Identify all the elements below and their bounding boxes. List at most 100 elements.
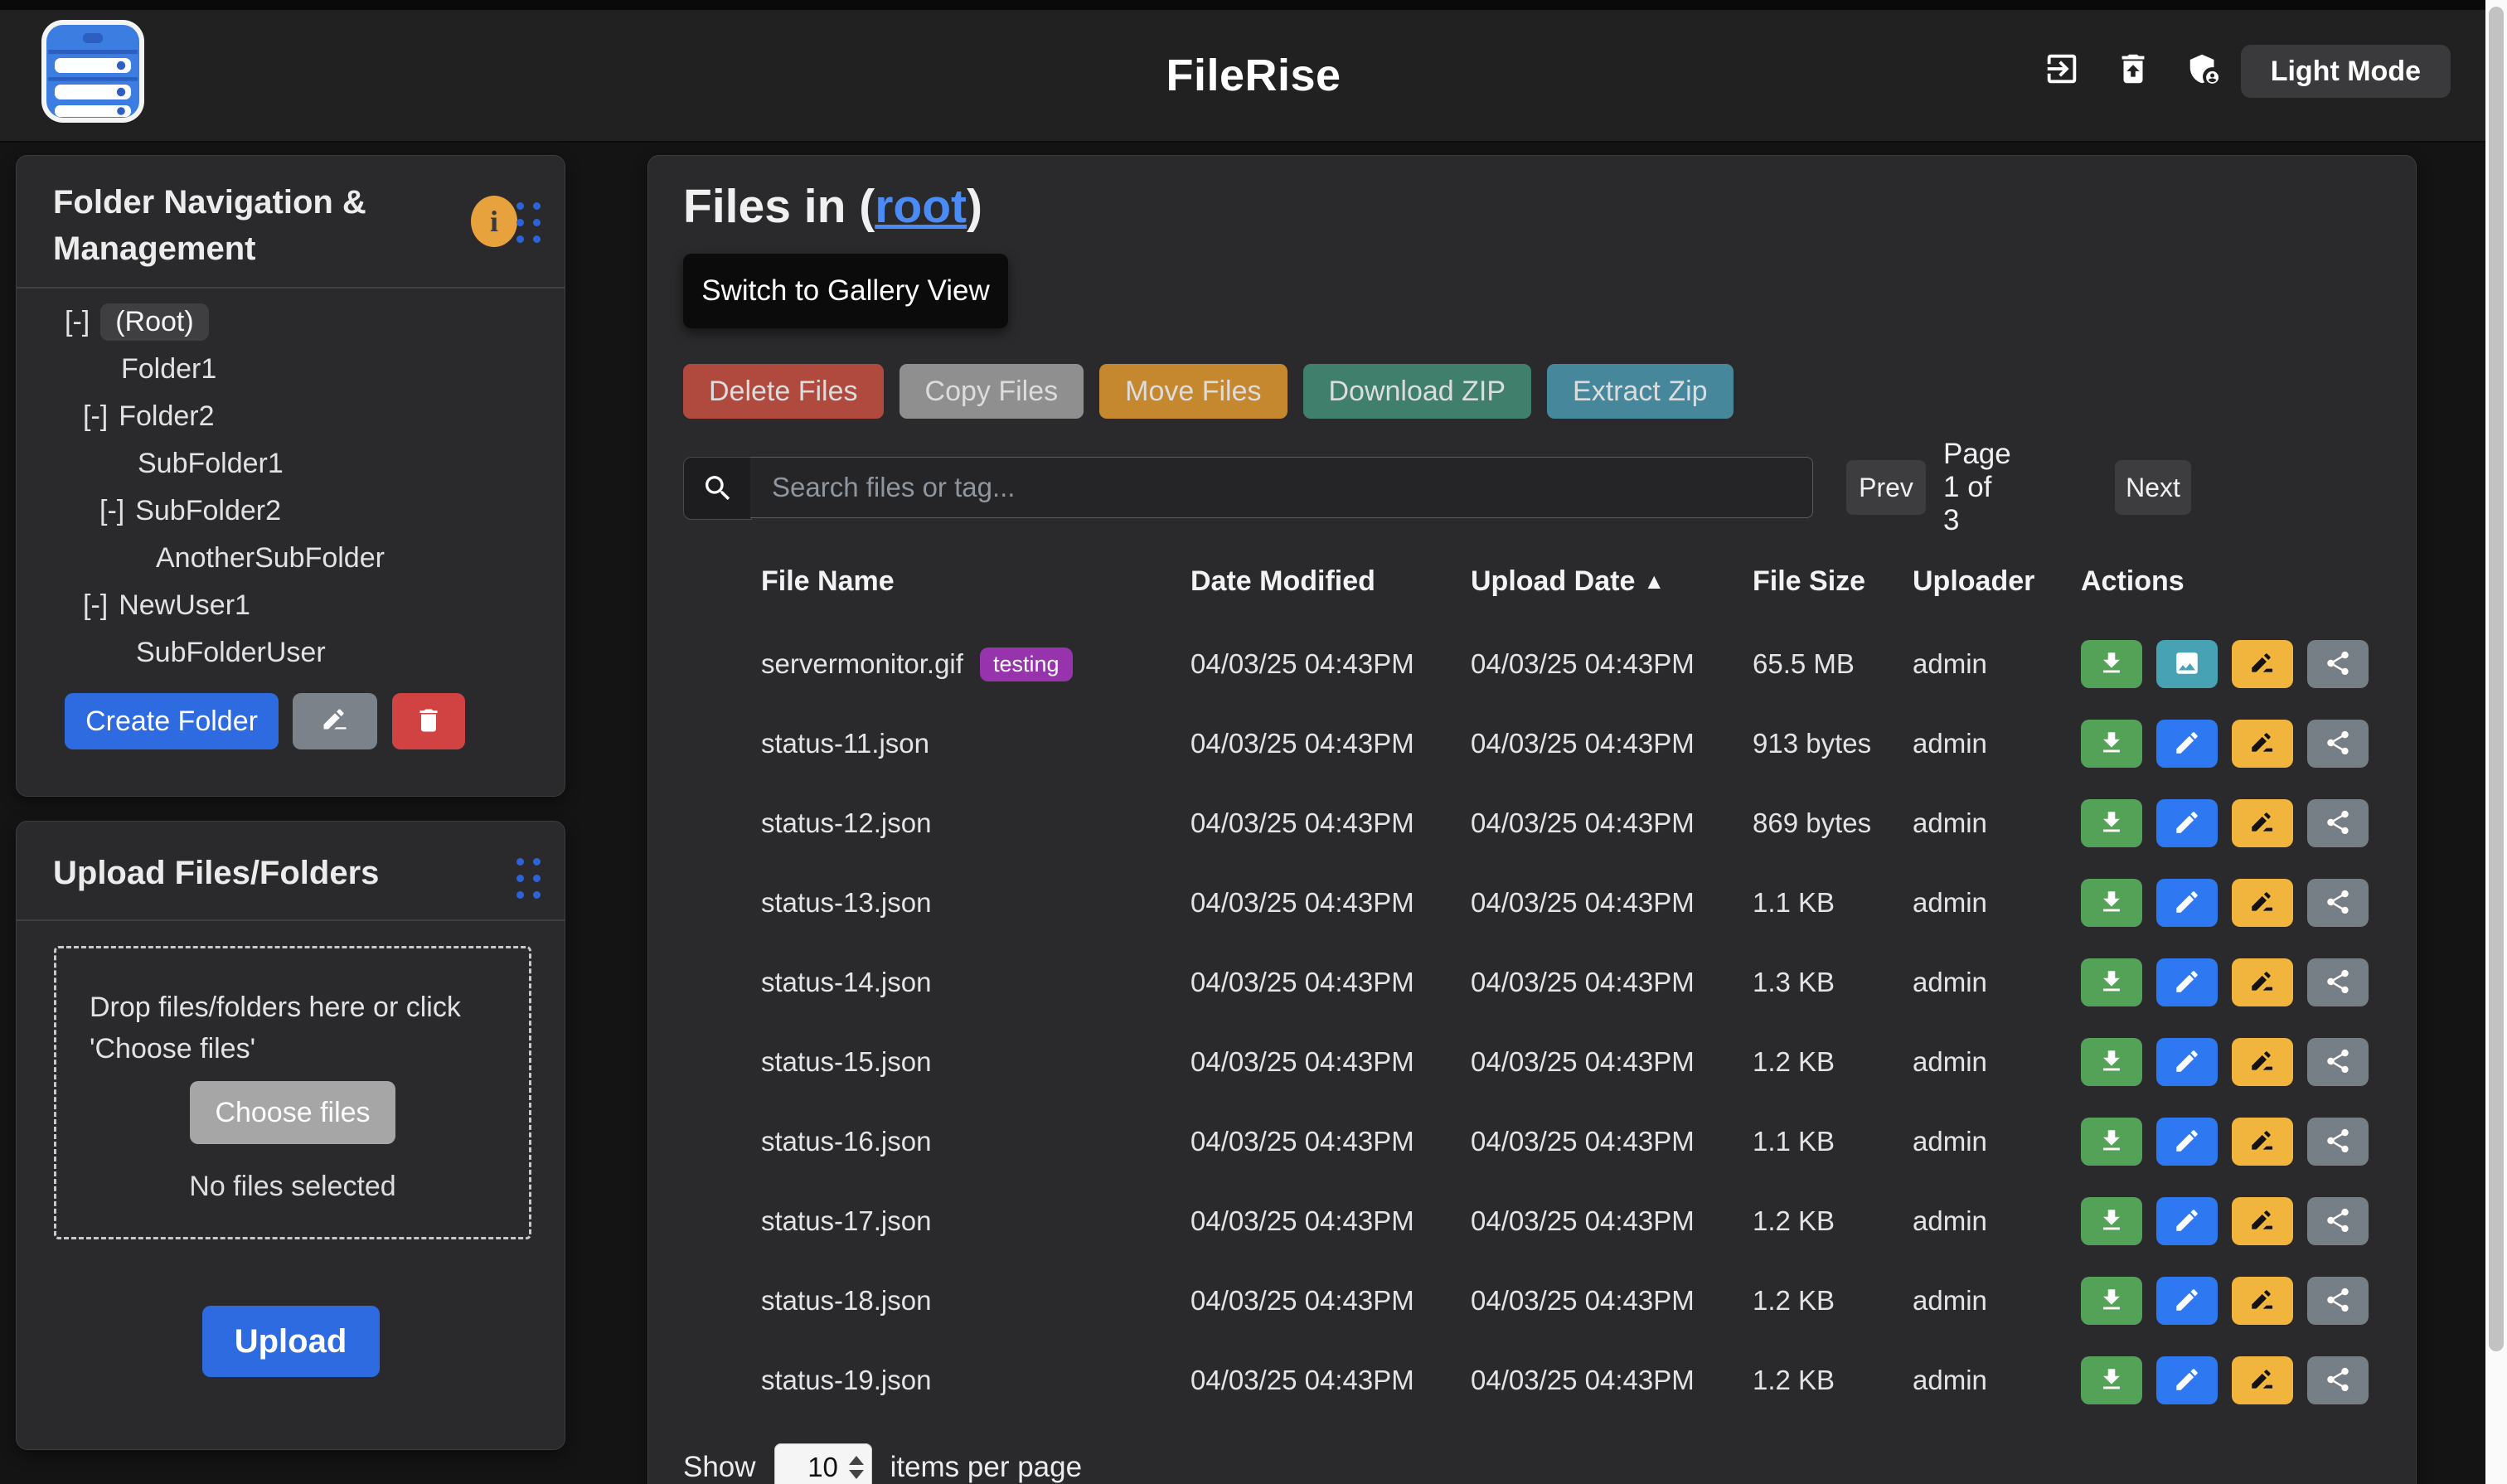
file-name[interactable]: status-18.json	[761, 1285, 931, 1317]
download-button[interactable]	[2081, 879, 2142, 927]
tree-item[interactable]: Folder1	[17, 346, 565, 393]
edit-file-button[interactable]	[2156, 1118, 2218, 1166]
column-header-file-size[interactable]: File Size	[1753, 565, 1913, 598]
rename-file-button[interactable]	[2232, 1118, 2293, 1166]
file-name[interactable]: status-17.json	[761, 1205, 931, 1237]
rename-file-button[interactable]	[2232, 720, 2293, 768]
download-icon	[2097, 808, 2126, 839]
page-scrollbar[interactable]	[2485, 0, 2507, 1484]
items-per-page-select[interactable]: 10	[774, 1443, 872, 1484]
download-button[interactable]	[2081, 1356, 2142, 1404]
edit-file-button[interactable]	[2156, 879, 2218, 927]
share-button[interactable]	[2307, 1038, 2369, 1086]
file-name[interactable]: servermonitor.gif	[761, 648, 963, 680]
info-icon[interactable]: i	[471, 196, 517, 247]
move-files-button[interactable]: Move Files	[1099, 364, 1287, 419]
choose-files-button[interactable]: Choose files	[190, 1081, 395, 1144]
search-input[interactable]	[750, 457, 1813, 518]
tree-item[interactable]: [-]SubFolder2	[17, 487, 565, 535]
rename-folder-button[interactable]	[293, 693, 377, 749]
file-name[interactable]: status-15.json	[761, 1046, 931, 1078]
logout-icon[interactable]	[2043, 50, 2081, 88]
delete-folder-button[interactable]	[392, 693, 465, 749]
table-row: servermonitor.gif testing 04/03/25 04:43…	[648, 624, 2416, 704]
share-button[interactable]	[2307, 640, 2369, 688]
download-button[interactable]	[2081, 720, 2142, 768]
file-name[interactable]: status-12.json	[761, 807, 931, 839]
tree-item[interactable]: AnotherSubFolder	[17, 535, 565, 582]
share-button[interactable]	[2307, 1356, 2369, 1404]
copy-files-button[interactable]: Copy Files	[900, 364, 1084, 419]
root-folder-link[interactable]: root	[875, 180, 967, 233]
tree-item[interactable]: SubFolder1	[17, 440, 565, 487]
share-icon	[2324, 888, 2352, 919]
column-header-date-modified[interactable]: Date Modified	[1190, 565, 1471, 598]
tree-item[interactable]: [-](Root)	[17, 298, 565, 346]
scrollbar-thumb[interactable]	[2489, 7, 2504, 1351]
file-name[interactable]: status-19.json	[761, 1365, 931, 1396]
delete-files-button[interactable]: Delete Files	[683, 364, 884, 419]
download-button[interactable]	[2081, 1038, 2142, 1086]
rename-file-button[interactable]	[2232, 640, 2293, 688]
column-header-uploader[interactable]: Uploader	[1913, 565, 2081, 598]
download-button[interactable]	[2081, 799, 2142, 847]
share-button[interactable]	[2307, 1277, 2369, 1325]
upload-button[interactable]: Upload	[202, 1306, 380, 1377]
edit-file-button[interactable]	[2156, 720, 2218, 768]
share-icon	[2324, 1286, 2352, 1317]
column-header-file-name[interactable]: File Name	[761, 565, 1190, 598]
rename-file-button[interactable]	[2232, 799, 2293, 847]
rename-file-button[interactable]	[2232, 1197, 2293, 1245]
share-button[interactable]	[2307, 799, 2369, 847]
file-name[interactable]: status-16.json	[761, 1126, 931, 1157]
rename-file-button[interactable]	[2232, 958, 2293, 1006]
drag-handle-icon[interactable]	[516, 858, 543, 901]
drag-handle-icon[interactable]	[516, 202, 543, 245]
share-button[interactable]	[2307, 1118, 2369, 1166]
rename-file-button[interactable]	[2232, 879, 2293, 927]
file-name[interactable]: status-13.json	[761, 887, 931, 919]
share-button[interactable]	[2307, 879, 2369, 927]
share-button[interactable]	[2307, 958, 2369, 1006]
edit-file-button[interactable]	[2156, 1356, 2218, 1404]
next-page-button[interactable]: Next	[2115, 460, 2191, 515]
table-row: status-18.json 04/03/25 04:43PM 04/03/25…	[648, 1261, 2416, 1341]
extract-zip-button[interactable]: Extract Zip	[1547, 364, 1733, 419]
download-button[interactable]	[2081, 640, 2142, 688]
rename-file-button[interactable]	[2232, 1277, 2293, 1325]
file-dropzone[interactable]: Drop files/folders here or click 'Choose…	[54, 946, 531, 1239]
tag-badge[interactable]: testing	[980, 647, 1073, 681]
prev-page-button[interactable]: Prev	[1846, 460, 1926, 515]
edit-file-button[interactable]	[2156, 958, 2218, 1006]
download-zip-button[interactable]: Download ZIP	[1303, 364, 1532, 419]
download-button[interactable]	[2081, 1277, 2142, 1325]
rename-file-button[interactable]	[2232, 1356, 2293, 1404]
file-name[interactable]: status-11.json	[761, 728, 929, 759]
create-folder-button[interactable]: Create Folder	[65, 693, 279, 749]
light-mode-button[interactable]: Light Mode	[2241, 45, 2451, 98]
rename-pencil-icon	[2248, 1127, 2277, 1157]
switch-gallery-view-button[interactable]: Switch to Gallery View	[683, 254, 1008, 328]
edit-file-button[interactable]	[2156, 799, 2218, 847]
no-files-text: No files selected	[56, 1171, 529, 1203]
edit-file-button[interactable]	[2156, 1197, 2218, 1245]
upload-date: 04/03/25 04:43PM	[1471, 807, 1753, 839]
edit-file-button[interactable]	[2156, 1277, 2218, 1325]
tree-item[interactable]: SubFolderUser	[17, 629, 565, 677]
uploader: admin	[1913, 648, 2081, 680]
download-button[interactable]	[2081, 1118, 2142, 1166]
admin-shield-icon[interactable]	[2185, 50, 2223, 88]
download-button[interactable]	[2081, 958, 2142, 1006]
file-name[interactable]: status-14.json	[761, 967, 931, 998]
preview-image-button[interactable]	[2156, 640, 2218, 688]
tree-item[interactable]: [-]NewUser1	[17, 582, 565, 629]
edit-file-button[interactable]	[2156, 1038, 2218, 1086]
share-button[interactable]	[2307, 1197, 2369, 1245]
column-header-upload-date[interactable]: Upload Date ▲	[1471, 565, 1753, 598]
download-button[interactable]	[2081, 1197, 2142, 1245]
tree-item[interactable]: [-]Folder2	[17, 393, 565, 440]
rename-file-button[interactable]	[2232, 1038, 2293, 1086]
restore-trash-icon[interactable]	[2114, 50, 2152, 88]
share-button[interactable]	[2307, 720, 2369, 768]
folder-panel-header: Folder Navigation & Management i	[17, 156, 565, 289]
